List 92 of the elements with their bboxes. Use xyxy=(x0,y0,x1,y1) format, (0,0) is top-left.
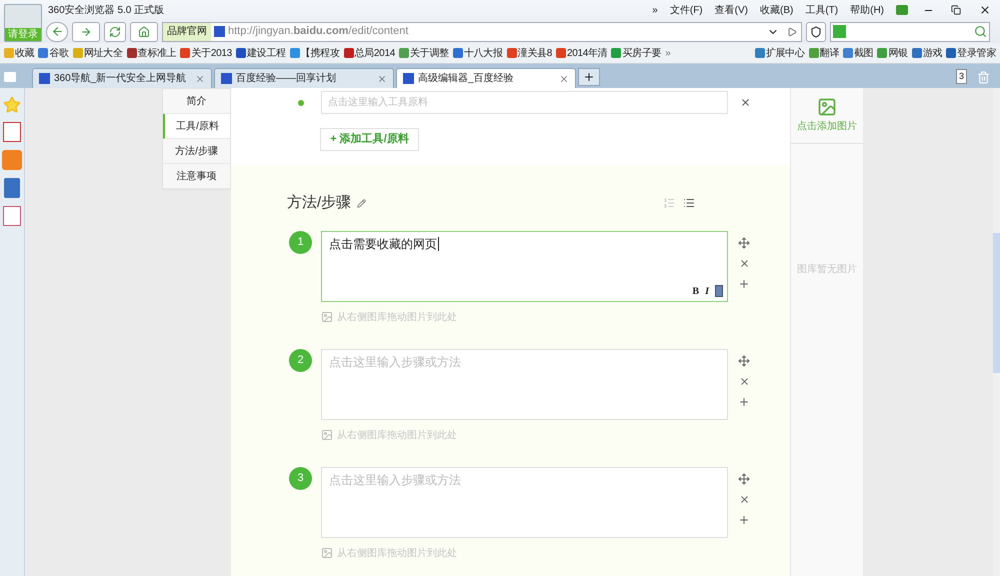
extension-item[interactable]: 游戏 xyxy=(912,46,942,60)
add-image-icon xyxy=(817,97,837,117)
format-button[interactable]: B xyxy=(692,284,700,298)
image-icon xyxy=(321,311,333,323)
plus-icon xyxy=(583,71,595,83)
extension-item[interactable]: 截图 xyxy=(842,46,874,60)
star-icon[interactable] xyxy=(3,96,21,114)
more-bookmarks[interactable]: » xyxy=(665,46,671,60)
address-bar[interactable]: 品牌官网 http://jingyan.baidu.com/edit/content xyxy=(162,22,802,42)
extension-item[interactable]: 扩展中心 xyxy=(754,46,805,60)
go-icon[interactable] xyxy=(787,26,797,36)
bookmark-item[interactable]: 收藏 xyxy=(4,46,34,60)
tab-title: 360导航_新一代安全上网导航 xyxy=(54,72,188,86)
step-placeholder: 点击这里输入步骤或方法 xyxy=(329,354,461,368)
url-text: http://jingyan.baidu.com/edit/content xyxy=(228,24,410,40)
add-icon[interactable] xyxy=(738,278,750,290)
shield-icon xyxy=(810,26,822,38)
bookmark-item[interactable]: 十八大报 xyxy=(452,46,503,60)
image-drop-hint: 从右侧图库拖动图片到此处 xyxy=(337,428,457,442)
image-drop-hint: 从右侧图库拖动图片到此处 xyxy=(337,546,457,560)
image-icon xyxy=(321,547,333,559)
bookmark-item[interactable]: 2014年清 xyxy=(556,46,608,60)
bookmark-item[interactable]: 查标准上 xyxy=(126,46,176,60)
close-tab-icon[interactable] xyxy=(195,74,205,84)
remove-icon[interactable] xyxy=(738,376,750,386)
step-number: 1 xyxy=(289,230,312,254)
step-number: 2 xyxy=(289,348,312,372)
bookmark-item[interactable]: 【携程攻 xyxy=(290,46,340,60)
security-button[interactable] xyxy=(806,22,826,42)
window-title: 360安全浏览器 5.0 正式版 xyxy=(48,4,164,18)
home-icon xyxy=(138,26,150,38)
extension-item[interactable]: 网银 xyxy=(877,46,908,60)
bookmark-item[interactable]: 总局2014 xyxy=(344,46,395,60)
home-button[interactable] xyxy=(130,22,158,42)
step-number: 3 xyxy=(289,466,312,490)
brand-button[interactable]: 品牌官网 xyxy=(163,22,211,40)
step-text-field[interactable]: 点击需要收藏的网页 B I xyxy=(321,230,728,302)
browser-tab[interactable]: 360导航_新一代安全上网导航 xyxy=(32,68,212,88)
remove-icon[interactable] xyxy=(738,258,750,268)
forward-arrow-icon xyxy=(80,26,92,38)
menu-item[interactable]: 文件(F) xyxy=(664,2,709,18)
image-drop-hint: 从右侧图库拖动图片到此处 xyxy=(337,310,457,324)
browser-tab[interactable]: 高级编辑器_百度经验 xyxy=(396,68,576,88)
move-icon[interactable] xyxy=(738,236,750,248)
tab-count[interactable]: 3 xyxy=(956,68,967,84)
new-tab-button[interactable] xyxy=(578,68,600,86)
tab-title: 高级编辑器_百度经验 xyxy=(418,72,515,86)
step-placeholder: 点击这里输入步骤或方法 xyxy=(329,472,461,486)
section-nav-item[interactable]: 方法/步骤 xyxy=(163,139,230,164)
menu-item[interactable]: 查看(V) xyxy=(708,2,754,18)
search-field[interactable] xyxy=(830,22,990,42)
menu-item[interactable]: » xyxy=(646,2,664,18)
refresh-icon xyxy=(109,26,121,38)
section-nav-item[interactable]: 注意事项 xyxy=(163,164,230,189)
bookmark-item[interactable]: 网址大全 xyxy=(72,46,123,60)
extension-item[interactable]: 翻译 xyxy=(808,46,839,60)
add-icon[interactable] xyxy=(738,396,750,408)
extension-item[interactable]: 登录管家 xyxy=(946,46,996,60)
image-icon xyxy=(321,429,333,441)
close-icon xyxy=(979,4,991,16)
remove-icon[interactable] xyxy=(740,97,751,108)
menu-item[interactable]: 帮助(H) xyxy=(844,2,890,18)
remove-icon[interactable] xyxy=(738,494,750,504)
bookmark-item[interactable]: 关于调整 xyxy=(398,46,449,60)
forward-button[interactable] xyxy=(72,22,100,42)
add-icon[interactable] xyxy=(738,514,750,526)
section-nav-item[interactable]: 简介 xyxy=(163,89,230,114)
section-nav-item[interactable]: 工具/原料 xyxy=(163,114,230,139)
tool-input-field[interactable]: 点击这里输入工具原料 xyxy=(321,91,728,114)
bookmark-item[interactable]: 谷歌 xyxy=(38,46,69,60)
refresh-button[interactable] xyxy=(104,22,126,42)
menu-item[interactable]: 工具(T) xyxy=(799,2,844,18)
move-icon[interactable] xyxy=(738,472,750,484)
section-title: 方法/步骤 xyxy=(287,193,352,213)
close-tab-icon[interactable] xyxy=(377,74,387,84)
bookmark-item[interactable]: 关于2013 xyxy=(180,46,232,60)
search-icon[interactable] xyxy=(974,25,987,38)
bookmark-item[interactable]: 买房子要 xyxy=(611,46,662,60)
move-icon[interactable] xyxy=(738,354,750,366)
step-text: 点击需要收藏的网页 xyxy=(329,236,439,250)
bookmark-item[interactable]: 潼关县8 xyxy=(506,46,552,60)
restore-icon xyxy=(951,5,961,15)
format-button[interactable]: I xyxy=(705,284,709,298)
browser-tab[interactable]: 百度经验——回享计划 xyxy=(214,68,394,88)
close-tab-icon[interactable] xyxy=(559,74,569,84)
back-arrow-icon xyxy=(50,25,64,38)
bookmark-item[interactable]: 建设工程 xyxy=(236,46,286,60)
edit-icon[interactable] xyxy=(357,198,366,208)
menu-item[interactable]: 收藏(B) xyxy=(754,2,800,18)
back-button[interactable] xyxy=(46,22,68,42)
scrollbar[interactable] xyxy=(993,88,1000,576)
tab-title: 百度经验——回享计划 xyxy=(236,72,337,86)
